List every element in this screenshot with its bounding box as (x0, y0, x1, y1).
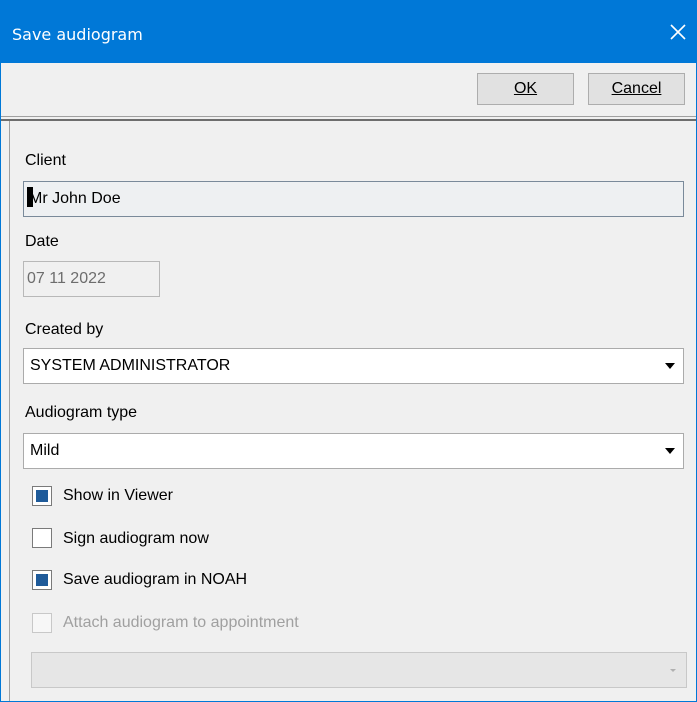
date-label: Date (25, 233, 59, 250)
created-by-value: SYSTEM ADMINISTRATOR (30, 357, 231, 374)
audiogram-type-label: Audiogram type (25, 404, 138, 421)
show-in-viewer-checkbox[interactable] (32, 486, 52, 506)
show-in-viewer-label: Show in Viewer (63, 487, 173, 504)
client-label: Client (25, 152, 66, 169)
date-value: 07 11 2022 (27, 270, 106, 287)
created-by-select[interactable]: SYSTEM ADMINISTRATOR (23, 348, 684, 384)
date-field: 07 11 2022 (23, 261, 160, 297)
created-by-label: Created by (25, 321, 104, 338)
window-title: Save audiogram (12, 25, 143, 44)
title-bar: Save audiogram (1, 1, 696, 63)
save-in-noah-label: Save audiogram in NOAH (63, 571, 248, 588)
sign-audiogram-now-checkbox[interactable] (32, 528, 52, 548)
cancel-button[interactable]: Cancel (588, 73, 685, 105)
toolbar: OK Cancel (1, 63, 696, 115)
cancel-label: Cancel (611, 80, 662, 97)
sign-audiogram-now-label: Sign audiogram now (63, 530, 209, 547)
save-in-noah-checkbox[interactable] (32, 570, 52, 590)
chevron-down-icon[interactable] (657, 434, 683, 468)
close-icon[interactable] (664, 18, 692, 46)
client-field[interactable]: Mr John Doe (23, 181, 684, 217)
appointment-select (31, 652, 687, 688)
attach-to-appointment-label: Attach audiogram to appointment (63, 614, 299, 631)
chevron-down-icon[interactable] (657, 349, 683, 383)
save-audiogram-dialog: Save audiogram OK Cancel Client Mr John … (0, 0, 697, 702)
audiogram-type-select[interactable]: Mild (23, 433, 684, 469)
ok-label: OK (513, 80, 538, 97)
attach-to-appointment-checkbox (32, 613, 52, 633)
ok-button[interactable]: OK (477, 73, 574, 105)
toolbar-divider (1, 116, 696, 117)
content-left-border (9, 121, 10, 701)
audiogram-type-value: Mild (30, 442, 60, 459)
client-value: Mr John Doe (29, 190, 121, 207)
chevron-down-icon (670, 669, 676, 672)
